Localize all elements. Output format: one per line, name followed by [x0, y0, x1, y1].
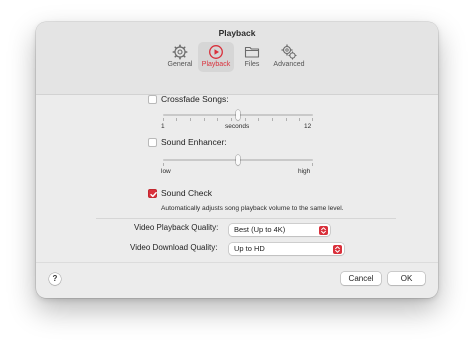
preferences-window: Playback General Playback Files Advanced… — [36, 22, 438, 298]
sound-enhancer-checkbox[interactable] — [148, 138, 157, 147]
tab-general[interactable]: General — [164, 42, 196, 72]
slider-tick — [231, 118, 232, 121]
slider-tick — [312, 163, 313, 166]
slider-tick — [312, 118, 313, 121]
sound-enhancer-max-label: high — [298, 168, 311, 175]
checkmark-icon — [150, 191, 157, 198]
slider-tick — [299, 118, 300, 121]
crossfade-unit-label: seconds — [225, 123, 250, 130]
crossfade-checkbox[interactable] — [148, 95, 157, 104]
tab-files[interactable]: Files — [239, 42, 265, 72]
help-button[interactable]: ? — [49, 273, 61, 285]
video-download-quality-select[interactable]: Up to HD — [229, 243, 344, 255]
crossfade-label: Crossfade Songs: — [161, 94, 229, 104]
folder-icon — [244, 46, 260, 58]
tab-advanced-label: Advanced — [273, 61, 305, 68]
video-playback-quality-select[interactable]: Best (Up to 4K) — [229, 224, 330, 236]
slider-tick — [245, 118, 246, 121]
slider-tick — [272, 118, 273, 121]
crossfade-max-label: 12 — [304, 123, 312, 130]
video-download-quality-label: Video Download Quality: — [130, 243, 218, 252]
sound-enhancer-slider-knob[interactable] — [236, 155, 240, 165]
tab-files-label: Files — [244, 61, 260, 68]
footer-divider — [36, 262, 438, 263]
slider-tick — [217, 118, 218, 121]
sound-check-label: Sound Check — [161, 188, 213, 198]
slider-tick — [286, 118, 287, 121]
sound-check-description: Automatically adjusts song playback volu… — [161, 205, 344, 212]
gear-icon — [172, 44, 188, 60]
sound-check-checkbox[interactable] — [148, 189, 157, 198]
video-download-quality-value: Up to HD — [234, 244, 265, 253]
cancel-button[interactable]: Cancel — [341, 272, 381, 285]
tab-playback[interactable]: Playback — [198, 42, 234, 72]
chevron-updown-icon — [333, 244, 342, 254]
gears-icon — [281, 44, 297, 60]
slider-tick — [176, 118, 177, 121]
sound-enhancer-label: Sound Enhancer: — [161, 137, 227, 147]
tab-general-label: General — [167, 61, 193, 68]
play-circle-icon — [209, 45, 223, 59]
tab-playback-label: Playback — [201, 61, 231, 68]
video-playback-quality-label: Video Playback Quality: — [134, 223, 219, 232]
crossfade-slider-knob[interactable] — [236, 110, 240, 120]
toolbar: Playback General Playback Files Advanced — [36, 22, 438, 95]
window-title: Playback — [218, 28, 256, 38]
slider-tick — [190, 118, 191, 121]
slider-tick — [258, 118, 259, 121]
slider-tick — [204, 118, 205, 121]
crossfade-min-label: 1 — [161, 123, 165, 130]
chevron-updown-icon — [319, 225, 328, 235]
sound-enhancer-min-label: low — [161, 168, 171, 175]
slider-tick — [163, 163, 164, 166]
tab-advanced[interactable]: Advanced — [270, 42, 308, 72]
video-playback-quality-value: Best (Up to 4K) — [234, 225, 286, 234]
ok-button[interactable]: OK — [388, 272, 425, 285]
slider-tick — [163, 118, 164, 121]
section-divider — [96, 218, 396, 219]
